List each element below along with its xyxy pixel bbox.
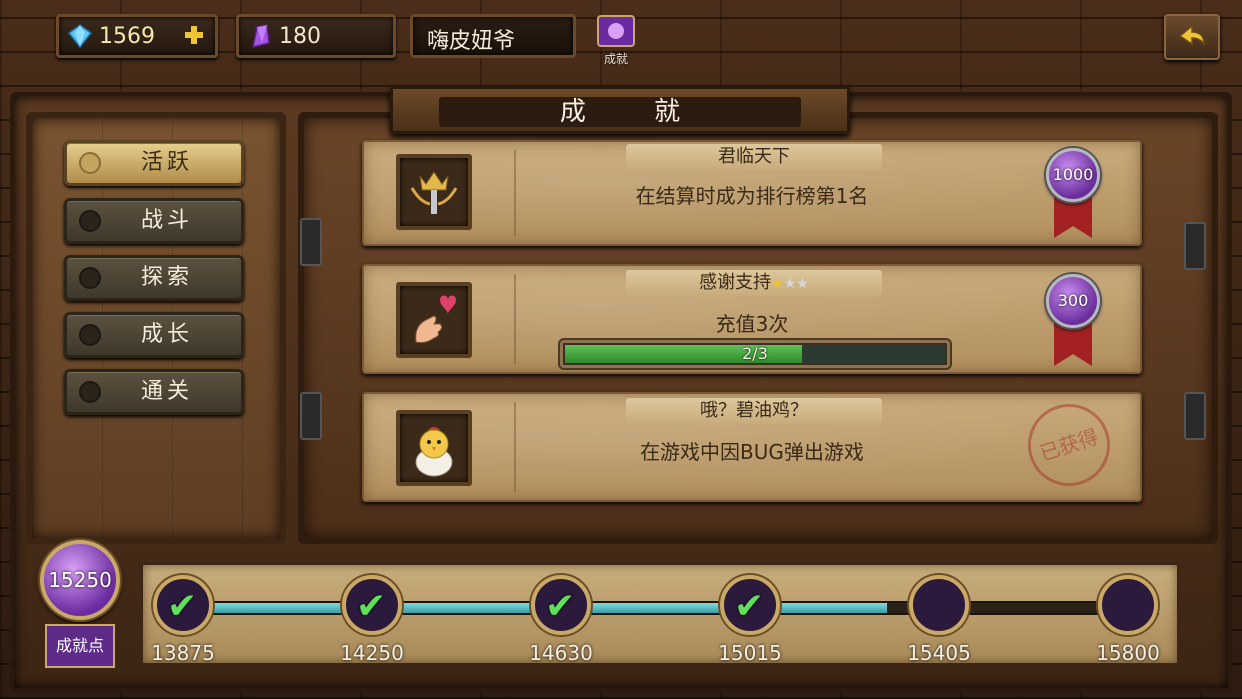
points-label: 成就点 — [45, 624, 115, 668]
milestone-progress-bar — [159, 601, 1159, 615]
milestone-item[interactable]: 15405 — [907, 575, 971, 665]
achievement-title: 君临天下 — [626, 144, 882, 170]
achievement-points: 15250 成就点 — [40, 540, 120, 668]
reward-value: 300 — [1046, 274, 1100, 328]
active-tab-icon — [79, 152, 101, 174]
milestone-item[interactable]: ✔ 15015 — [718, 575, 782, 665]
milestone-value: 13875 — [151, 641, 215, 665]
milestone-item[interactable]: ✔ 14630 — [529, 575, 593, 665]
tab-growth[interactable]: 成长 — [64, 312, 244, 358]
tab-label: 通关 — [140, 379, 193, 404]
milestone-reward-icon: ✔ — [153, 575, 213, 635]
chick-egg-icon — [396, 410, 472, 486]
obtained-stamp: 已获得 — [1017, 393, 1121, 497]
achievement-card[interactable]: 感谢支持★★★ 充值3次 2/3 300 — [362, 264, 1142, 374]
achievement-title: 哦？碧油鸡？ — [626, 398, 882, 424]
achievement-desc: 在游戏中因BUG弹出游戏 — [640, 440, 864, 464]
tab-label: 活跃 — [140, 150, 193, 175]
points-value: 15250 — [40, 540, 120, 620]
achievement-title-row: 感谢支持★★★ — [626, 270, 882, 296]
star-empty-icon: ★★ — [783, 276, 809, 292]
achievement-desc: 充值3次 — [715, 312, 789, 336]
skull-icon — [79, 381, 101, 403]
milestone-track: ✔ 13875 ✔ 14250 ✔ 14630 ✔ 15015 15405 15… — [140, 562, 1180, 666]
sword-icon — [79, 210, 101, 232]
check-icon: ✔ — [734, 586, 765, 627]
tab-label: 探索 — [140, 265, 193, 290]
milestone-reward-icon: ✔ — [720, 575, 780, 635]
reward-value: 1000 — [1046, 148, 1100, 202]
diamond-count: 1569 — [99, 23, 155, 49]
tab-explore[interactable]: 探索 — [64, 255, 244, 301]
achievement-label: 成就 — [603, 52, 628, 66]
check-icon: ✔ — [167, 586, 198, 627]
milestone-value: 15800 — [1096, 641, 1160, 665]
reward-medal: 300 — [1046, 274, 1100, 370]
achievement-title: 感谢支持 — [699, 272, 772, 293]
crown-sword-icon — [396, 154, 472, 230]
achievement-desc: 在结算时成为排行榜第1名 — [635, 184, 869, 208]
hinge-decoration — [300, 392, 322, 440]
check-icon: ✔ — [356, 586, 387, 627]
check-icon: ✔ — [545, 586, 576, 627]
hinge-decoration — [300, 218, 322, 266]
achievement-progress-bar: 2/3 — [560, 340, 950, 368]
milestone-item[interactable]: 15800 — [1096, 575, 1160, 665]
achievement-card[interactable]: 哦？碧油鸡？ 在游戏中因BUG弹出游戏 已获得 — [362, 392, 1142, 502]
compass-icon — [79, 267, 101, 289]
achievement-book-icon — [597, 15, 635, 47]
flame-icon — [79, 324, 101, 346]
milestone-value: 15405 — [907, 641, 971, 665]
reward-medal: 1000 — [1046, 148, 1100, 238]
achievement-card[interactable]: 君临天下 在结算时成为排行榜第1名 1000 — [362, 140, 1142, 246]
back-button[interactable] — [1164, 14, 1220, 60]
milestone-value: 15015 — [718, 641, 782, 665]
crystal-counter: 180 — [236, 14, 396, 58]
milestone-value: 14250 — [340, 641, 404, 665]
diamond-counter: 1569 — [56, 14, 218, 58]
tab-label: 战斗 — [140, 208, 193, 233]
back-arrow-icon — [1178, 24, 1205, 47]
milestone-item[interactable]: ✔ 13875 — [151, 575, 215, 665]
hinge-decoration — [1184, 392, 1206, 440]
page-title: 成 就 — [439, 97, 801, 127]
milestone-value: 14630 — [529, 641, 593, 665]
tab-label: 成长 — [140, 322, 193, 347]
purple-crystal-icon — [1098, 575, 1158, 635]
tab-clear[interactable]: 通关 — [64, 369, 244, 415]
tab-battle[interactable]: 战斗 — [64, 198, 244, 244]
star-filled-icon: ★ — [771, 276, 784, 292]
tab-active[interactable]: 活跃 — [64, 140, 244, 186]
title-banner: 成 就 — [390, 86, 850, 134]
chest-book-icon — [909, 575, 969, 635]
player-name[interactable]: 嗨皮妞爷 — [410, 14, 576, 58]
diamond-icon — [67, 24, 93, 49]
hinge-decoration — [1184, 222, 1206, 270]
purple-crystal-icon — [252, 24, 270, 49]
milestone-reward-icon: ✔ — [342, 575, 402, 635]
progress-text: 2/3 — [742, 344, 768, 363]
achievement-button[interactable]: 成就 — [592, 12, 640, 66]
add-diamond-icon[interactable] — [183, 24, 205, 46]
heart-hand-icon — [396, 282, 472, 358]
milestone-reward-icon: ✔ — [531, 575, 591, 635]
crystal-count: 180 — [279, 23, 321, 49]
milestone-item[interactable]: ✔ 14250 — [340, 575, 404, 665]
